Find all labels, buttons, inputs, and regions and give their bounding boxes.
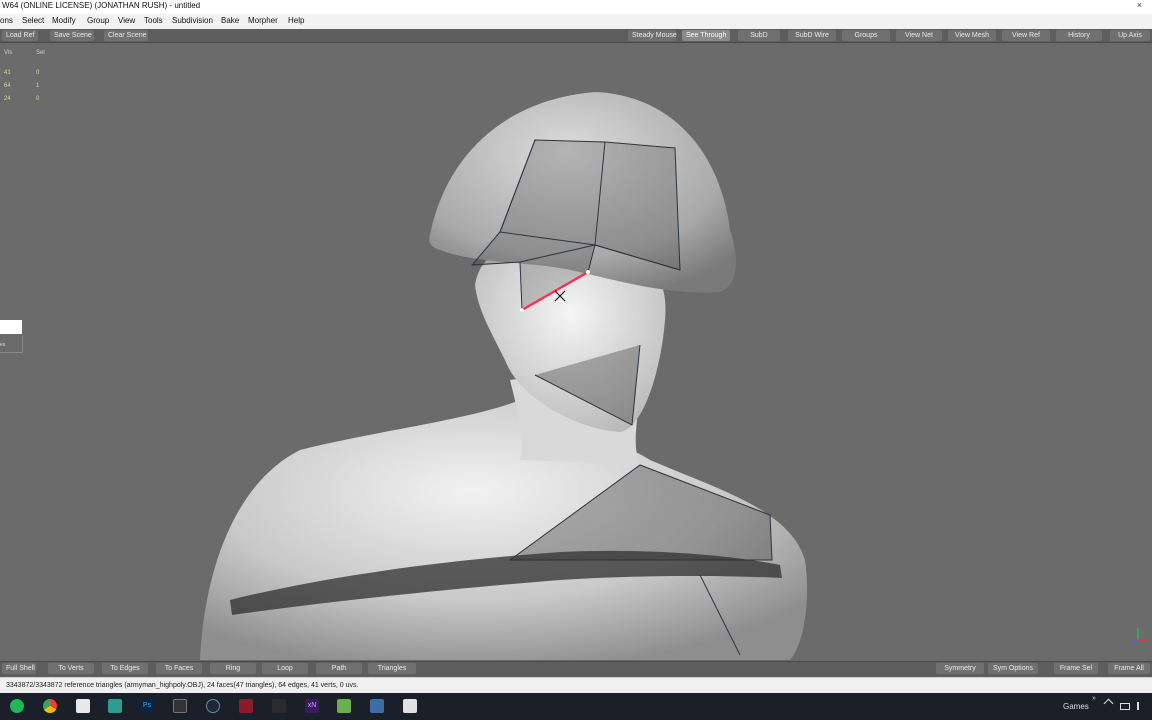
menu-subdivision[interactable]: Subdivision — [172, 16, 213, 25]
subd-wire-button[interactable]: SubD Wire — [788, 30, 836, 41]
sym-options-button[interactable]: Sym Options — [988, 663, 1038, 674]
photoshop-label: Ps — [142, 702, 152, 709]
title-bar: W64 (ONLINE LICENSE) (JONATHAN RUSH) - u… — [0, 0, 1152, 14]
stats-faces-vis: 24 — [4, 96, 11, 102]
windows-taskbar: Ps xN Games » — [0, 693, 1152, 720]
path-button[interactable]: Path — [316, 663, 362, 674]
mesh-render — [200, 92, 808, 660]
menu-options[interactable]: ons — [0, 16, 13, 25]
tray-expand-icon[interactable] — [1103, 698, 1114, 709]
xnormal-label: xN — [307, 702, 317, 709]
app-icon-6[interactable] — [403, 699, 417, 713]
menu-morpher[interactable]: Morpher — [248, 16, 278, 25]
see-through-button[interactable]: See Through — [682, 30, 730, 41]
symmetry-button[interactable]: Symmetry — [936, 663, 984, 674]
full-shell-button[interactable]: Full Shell — [2, 663, 36, 674]
menu-help[interactable]: Help — [288, 16, 304, 25]
menu-tools[interactable]: Tools — [144, 16, 163, 25]
side-panel-tab-2[interactable]: es — [0, 336, 23, 353]
subd-button[interactable]: SubD — [738, 30, 780, 41]
up-axis-button[interactable]: Up Axis — [1110, 30, 1150, 41]
xnormal-icon[interactable]: xN — [305, 699, 319, 713]
loop-button[interactable]: Loop — [262, 663, 308, 674]
menu-group[interactable]: Group — [87, 16, 109, 25]
app-icon-2[interactable] — [239, 699, 253, 713]
menu-select[interactable]: Select — [22, 16, 44, 25]
chrome-icon[interactable] — [43, 699, 57, 713]
3d-viewport[interactable] — [0, 43, 1152, 661]
photoshop-icon[interactable]: Ps — [140, 699, 154, 713]
frame-sel-button[interactable]: Frame Sel — [1054, 663, 1098, 674]
to-edges-button[interactable]: To Edges — [102, 663, 148, 674]
network-icon[interactable] — [1120, 703, 1130, 710]
stats-edges-vis: 64 — [4, 83, 11, 89]
menu-bar: ons Select Modify Group View Tools Subdi… — [0, 14, 1152, 30]
games-toolbar-label[interactable]: Games — [1063, 702, 1089, 711]
side-tab-label: es — [0, 342, 6, 348]
load-ref-button[interactable]: Load Ref — [2, 30, 38, 41]
status-text: 3343872/3343872 reference triangles (arm… — [6, 682, 359, 689]
save-scene-button[interactable]: Save Scene — [50, 30, 94, 41]
steady-mouse-button[interactable]: Steady Mouse — [628, 30, 677, 41]
inkscape-icon[interactable] — [76, 699, 90, 713]
app-icon[interactable] — [108, 699, 122, 713]
axis-gizmo-icon — [1133, 628, 1148, 642]
window-title: W64 (ONLINE LICENSE) (JONATHAN RUSH) - u… — [2, 1, 201, 10]
stats-header-sel: Sel — [36, 50, 45, 56]
triangles-button[interactable]: Triangles — [368, 663, 416, 674]
stats-faces-sel: 0 — [36, 96, 40, 102]
toolbar-chevron-icon[interactable]: » — [1092, 695, 1096, 702]
menu-view[interactable]: View — [118, 16, 135, 25]
clear-scene-button[interactable]: Clear Scene — [104, 30, 148, 41]
stats-header-vis: Vis — [4, 50, 13, 56]
top-toolbar: Load Ref Save Scene Clear Scene Steady M… — [0, 29, 1152, 43]
to-verts-button[interactable]: To Verts — [48, 663, 94, 674]
close-icon[interactable]: × — [1137, 0, 1142, 10]
groups-button[interactable]: Groups — [842, 30, 890, 41]
history-button[interactable]: History — [1056, 30, 1102, 41]
topogun-icon[interactable] — [173, 699, 187, 713]
view-mesh-button[interactable]: View Mesh — [948, 30, 996, 41]
stats-verts-vis: 41 — [4, 70, 11, 76]
stats-edges-sel: 1 — [36, 83, 40, 89]
volume-icon[interactable] — [1137, 702, 1145, 710]
view-net-button[interactable]: View Net — [896, 30, 942, 41]
view-ref-button[interactable]: View Ref — [1002, 30, 1050, 41]
ring-button[interactable]: Ring — [210, 663, 256, 674]
stats-verts-sel: 0 — [36, 70, 40, 76]
app-icon-4[interactable] — [337, 699, 351, 713]
app-icon-3[interactable] — [272, 699, 286, 713]
steam-icon[interactable] — [206, 699, 220, 713]
menu-bake[interactable]: Bake — [221, 16, 239, 25]
spotify-icon[interactable] — [10, 699, 24, 713]
menu-modify[interactable]: Modify — [52, 16, 76, 25]
to-faces-button[interactable]: To Faces — [156, 663, 202, 674]
frame-all-button[interactable]: Frame All — [1108, 663, 1150, 674]
status-bar: 3343872/3343872 reference triangles (arm… — [0, 677, 1152, 694]
bottom-toolbar: Full Shell To Verts To Edges To Faces Ri… — [0, 661, 1152, 677]
app-icon-5[interactable] — [370, 699, 384, 713]
side-panel-tab[interactable] — [0, 320, 22, 334]
